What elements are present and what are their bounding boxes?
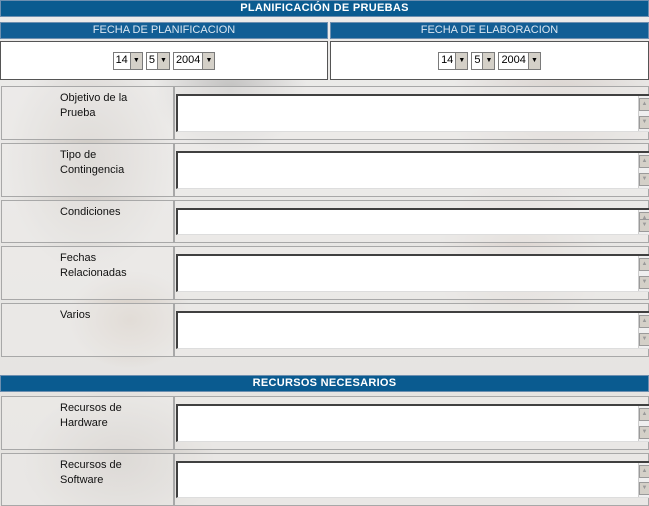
- objetivo-prueba-textarea[interactable]: ▲ ▼: [176, 94, 649, 132]
- scrollbar[interactable]: ▲ ▼: [638, 256, 649, 291]
- condiciones-textarea[interactable]: ▲ ▼: [176, 208, 649, 235]
- scroll-up-icon[interactable]: ▲: [639, 315, 649, 328]
- recursos-software-label: Recursos de Software: [60, 459, 122, 486]
- fecha-planificacion-box: 14 ▼ 5 ▼ 2004 ▼: [0, 41, 328, 80]
- scroll-down-icon[interactable]: ▼: [639, 426, 649, 439]
- scrollbar[interactable]: ▲ ▼: [638, 96, 649, 131]
- varios-input-cell: ▲ ▼: [174, 303, 649, 357]
- scrollbar[interactable]: ▲ ▼: [638, 463, 649, 497]
- condiciones-input-cell: ▲ ▼: [174, 200, 649, 243]
- tipo-contingencia-label: Tipo de Contingencia: [60, 149, 125, 176]
- scroll-up-icon[interactable]: ▲: [639, 155, 649, 168]
- varios-label-cell: Varios: [1, 303, 174, 357]
- scrollbar[interactable]: ▲ ▼: [638, 153, 649, 188]
- elaboracion-month-value: 5: [474, 53, 481, 66]
- recursos-hardware-input-cell: ▲ ▼: [174, 396, 649, 450]
- scroll-up-icon[interactable]: ▲: [639, 98, 649, 111]
- scrollbar[interactable]: ▲ ▼: [638, 313, 649, 348]
- scroll-up-icon[interactable]: ▲: [639, 258, 649, 271]
- scroll-down-icon[interactable]: ▼: [639, 219, 649, 232]
- planificacion-day-value: 14: [115, 53, 128, 66]
- objetivo-prueba-input-cell: ▲ ▼: [174, 86, 649, 140]
- recursos-software-textarea[interactable]: ▲ ▼: [176, 461, 649, 498]
- dropdown-arrow-icon: ▼: [129, 52, 142, 69]
- elaboracion-month-select[interactable]: 5 ▼: [471, 51, 496, 70]
- scroll-down-icon[interactable]: ▼: [639, 333, 649, 346]
- elaboracion-day-select[interactable]: 14 ▼: [438, 51, 469, 70]
- tipo-contingencia-label-cell: Tipo de Contingencia: [1, 143, 174, 197]
- page-title-text: PLANIFICACIÓN DE PRUEBAS: [240, 2, 409, 14]
- fechas-relacionadas-textarea[interactable]: ▲ ▼: [176, 254, 649, 292]
- elaboracion-day-value: 14: [441, 53, 454, 66]
- recursos-header: RECURSOS NECESARIOS: [0, 375, 649, 392]
- fechas-relacionadas-label-cell: Fechas Relacionadas: [1, 246, 174, 300]
- fecha-planificacion-label: FECHA DE PLANIFICACION: [92, 24, 236, 36]
- elaboracion-year-select[interactable]: 2004 ▼: [498, 51, 541, 70]
- recursos-title: RECURSOS NECESARIOS: [252, 377, 397, 389]
- varios-label: Varios: [60, 309, 91, 321]
- fecha-elaboracion-header: FECHA DE ELABORACION: [330, 22, 649, 39]
- fecha-planificacion-header: FECHA DE PLANIFICACION: [0, 22, 328, 39]
- recursos-software-input-cell: ▲ ▼: [174, 453, 649, 506]
- scroll-down-icon[interactable]: ▼: [639, 276, 649, 289]
- dropdown-arrow-icon: ▼: [527, 52, 540, 69]
- scroll-up-icon[interactable]: ▲: [639, 465, 649, 478]
- fecha-elaboracion-box: 14 ▼ 5 ▼ 2004 ▼: [330, 41, 649, 80]
- dropdown-arrow-icon: ▼: [455, 52, 468, 69]
- recursos-hardware-label-cell: Recursos de Hardware: [1, 396, 174, 450]
- elaboracion-year-value: 2004: [501, 53, 526, 66]
- dropdown-arrow-icon: ▼: [482, 52, 495, 69]
- scrollbar[interactable]: ▲ ▼: [638, 406, 649, 441]
- condiciones-label: Condiciones: [60, 206, 121, 218]
- scroll-up-icon[interactable]: ▲: [639, 408, 649, 421]
- scrollbar[interactable]: ▲ ▼: [638, 210, 649, 234]
- planificacion-month-value: 5: [148, 53, 155, 66]
- varios-textarea[interactable]: ▲ ▼: [176, 311, 649, 349]
- dropdown-arrow-icon: ▼: [202, 52, 215, 69]
- scroll-down-icon[interactable]: ▼: [639, 482, 649, 495]
- tipo-contingencia-input-cell: ▲ ▼: [174, 143, 649, 197]
- recursos-hardware-textarea[interactable]: ▲ ▼: [176, 404, 649, 442]
- scroll-down-icon[interactable]: ▼: [639, 116, 649, 129]
- condiciones-label-cell: Condiciones: [1, 200, 174, 243]
- scroll-down-icon[interactable]: ▼: [639, 173, 649, 186]
- planificacion-year-select[interactable]: 2004 ▼: [172, 51, 216, 70]
- planificacion-day-select[interactable]: 14 ▼: [112, 51, 143, 70]
- recursos-software-label-cell: Recursos de Software: [1, 453, 174, 506]
- tipo-contingencia-textarea[interactable]: ▲ ▼: [176, 151, 649, 189]
- dropdown-arrow-icon: ▼: [156, 52, 169, 69]
- fechas-relacionadas-label: Fechas Relacionadas: [60, 252, 127, 279]
- planificacion-month-select[interactable]: 5 ▼: [145, 51, 170, 70]
- planificacion-year-value: 2004: [175, 53, 201, 66]
- page-title: PLANIFICACIÓN DE PRUEBAS: [0, 0, 649, 17]
- objetivo-prueba-label-cell: Objetivo de la Prueba: [1, 86, 174, 140]
- objetivo-prueba-label: Objetivo de la Prueba: [60, 92, 128, 119]
- recursos-hardware-label: Recursos de Hardware: [60, 402, 122, 429]
- fechas-relacionadas-input-cell: ▲ ▼: [174, 246, 649, 300]
- fecha-elaboracion-label: FECHA DE ELABORACION: [420, 24, 559, 36]
